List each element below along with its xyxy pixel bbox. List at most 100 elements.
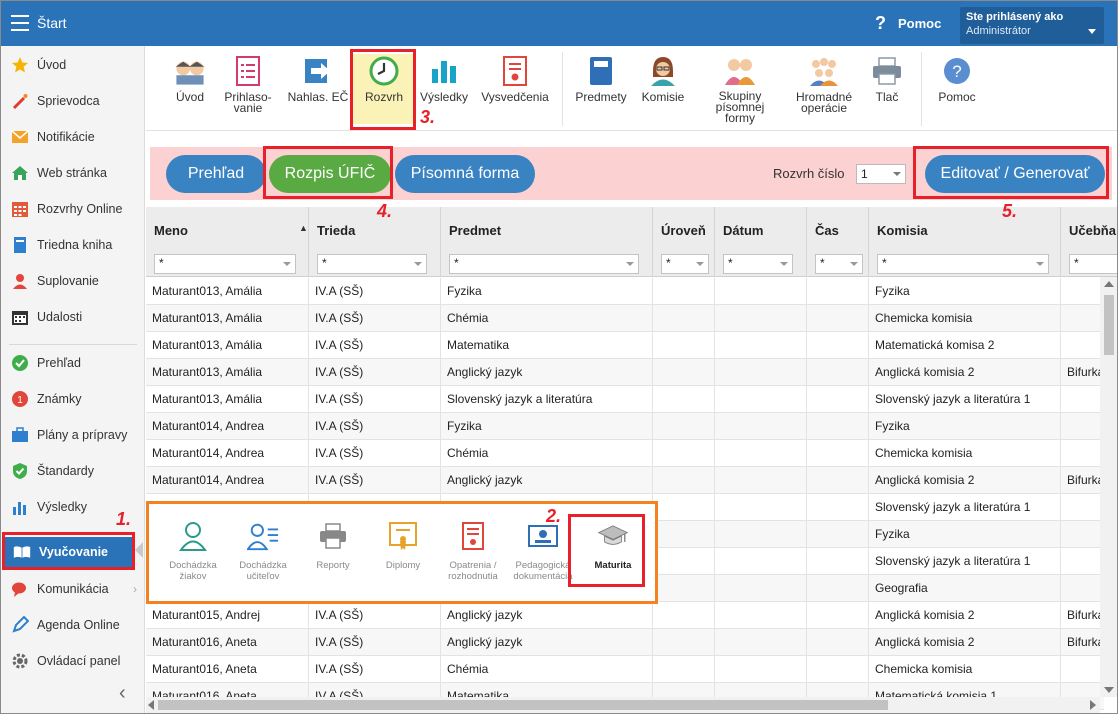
table-row[interactable]: Maturant013, Amália IV.A (SŠ) Slovenský ja… — [146, 386, 1104, 413]
toolbar-hromadne[interactable]: Hromadné operácie — [789, 54, 859, 124]
table-row[interactable]: Maturant014, Andrea IV.A (SŠ) Fyzika Fyzika — [146, 413, 1104, 440]
sidebar-item-triedna-kniha[interactable]: Triedna kniha — [1, 230, 145, 260]
sidebar-item-prehlad[interactable]: Prehľad — [1, 348, 145, 378]
table-row[interactable]: Maturant013, Amália IV.A (SŠ) Anglický jaz… — [146, 359, 1104, 386]
submenu-diplomy[interactable]: Diplomy — [367, 516, 439, 594]
filter-cas[interactable]: * — [815, 254, 863, 274]
toolbar-tlac[interactable]: Tlač — [852, 54, 922, 124]
toolbar-prihlasovanie[interactable]: Prihlaso- vanie — [213, 54, 283, 124]
toolbar-pomoc[interactable]: ? Pomoc — [922, 54, 992, 124]
toolbar-label: Hromadné operácie — [795, 90, 853, 115]
toolbar-komisie[interactable]: Komisie — [628, 54, 698, 124]
sidebar-item-web-stranka[interactable]: Web stránka — [1, 158, 145, 188]
table-cell: IV.A (SŠ) — [309, 440, 441, 467]
table-cell — [807, 575, 869, 602]
calendar-grid-icon — [11, 200, 29, 218]
column-title: Komisia — [877, 223, 928, 238]
horizontal-scrollbar[interactable] — [146, 697, 1100, 713]
table-row[interactable]: Maturant014, Andrea IV.A (SŠ) Anglický jaz… — [146, 467, 1104, 494]
filter-ucebna[interactable]: * — [1069, 254, 1117, 274]
column-datum[interactable]: Dátum * — [715, 207, 807, 277]
column-cas[interactable]: Čas * — [807, 207, 869, 277]
scroll-down-icon[interactable] — [1104, 687, 1114, 693]
sidebar-item-agenda-online[interactable]: Agenda Online — [1, 610, 145, 640]
sidebar-item-komunikacia[interactable]: Komunikácia › — [1, 574, 145, 604]
sort-ascending-icon[interactable]: ▲ — [299, 223, 308, 233]
vertical-scroll-thumb[interactable] — [1104, 295, 1114, 355]
sidebar-item-uvod[interactable]: Úvod — [1, 50, 145, 80]
column-komisia[interactable]: Komisia * — [869, 207, 1061, 277]
filter-predmet[interactable]: * — [449, 254, 639, 274]
scroll-right-icon[interactable] — [1090, 700, 1096, 710]
table-row[interactable]: Maturant013, Amália IV.A (SŠ) Matematika Ma… — [146, 332, 1104, 359]
table-cell: Chémia — [441, 440, 653, 467]
sidebar-item-sprievodca[interactable]: Sprievodca — [1, 86, 145, 116]
shield-check-icon — [11, 462, 29, 480]
toolbar-label: Predmety — [575, 90, 627, 104]
table-row[interactable]: Maturant015, Andrej IV.A (SŠ) Anglický jaz… — [146, 602, 1104, 629]
submenu-dochadzka-ziakov[interactable]: Dochádzka žiakov — [157, 516, 229, 594]
printer-icon — [870, 54, 904, 88]
toolbar-vysvedcenia[interactable]: Vysvedčenia — [480, 54, 550, 124]
help-link[interactable]: Pomoc — [898, 16, 941, 31]
app-title[interactable]: Štart — [37, 15, 67, 31]
toolbar-nahlas-ec[interactable]: Nahlas. EČ — [283, 54, 353, 124]
tab-prehlad[interactable]: Prehľad — [166, 155, 266, 193]
column-trieda[interactable]: Trieda * — [309, 207, 441, 277]
table-row[interactable]: Maturant014, Andrea IV.A (SŠ) Chémia Chemic… — [146, 440, 1104, 467]
sidebar-item-znamky[interactable]: 1 Známky — [1, 384, 145, 414]
rozvrh-number-select[interactable]: 1 — [856, 164, 906, 184]
table-row[interactable]: Maturant016, Aneta IV.A (SŠ) Anglický jazy… — [146, 629, 1104, 656]
filter-trieda[interactable]: * — [317, 254, 427, 274]
submenu-label: Pedagogická dokumentácia — [513, 560, 573, 582]
sidebar-item-ovladaci-panel[interactable]: Ovládací panel — [1, 646, 145, 676]
filter-meno[interactable]: * — [154, 254, 296, 274]
sidebar-item-notifikacie[interactable]: Notifikácie — [1, 122, 145, 152]
filter-value: * — [820, 256, 825, 270]
table-cell: Slovenský jazyk a literatúra — [441, 386, 653, 413]
sidebar-item-rozvrhy-online[interactable]: Rozvrhy Online — [1, 194, 145, 224]
chevron-down-icon — [414, 262, 422, 266]
sidebar-item-suplovanie[interactable]: Suplovanie — [1, 266, 145, 296]
table-cell: Slovenský jazyk a literatúra 1 — [869, 548, 1061, 575]
check-circle-icon — [11, 354, 29, 372]
submenu-dochadzka-ucitelov[interactable]: Dochádzka učiteľov — [227, 516, 299, 594]
home-icon — [11, 164, 29, 182]
table-cell — [807, 413, 869, 440]
column-ucebna[interactable]: Učebňa * — [1061, 207, 1117, 277]
filter-value: * — [454, 256, 459, 270]
table-row[interactable]: Maturant013, Amália IV.A (SŠ) Fyzika Fyzika — [146, 278, 1104, 305]
filter-komisia[interactable]: * — [877, 254, 1049, 274]
table-row[interactable]: Maturant016, Aneta IV.A (SŠ) Chémia Chemick… — [146, 656, 1104, 683]
collapse-sidebar-icon[interactable]: ‹ — [119, 682, 126, 705]
table-cell — [653, 467, 715, 494]
sidebar-item-plany[interactable]: Plány a prípravy — [1, 420, 145, 450]
column-predmet[interactable]: Predmet * — [441, 207, 653, 277]
user-menu[interactable]: Ste prihlásený ako Administrátor — [960, 7, 1104, 44]
grid-header: Meno ▲ * Trieda * Predmet * Úroveň * Dát… — [146, 207, 1117, 277]
tab-pisomna-forma[interactable]: Písomná forma — [395, 155, 535, 193]
toolbar-label: Výsledky — [419, 90, 469, 104]
column-uroven[interactable]: Úroveň * — [653, 207, 715, 277]
chevron-down-icon — [893, 172, 901, 176]
sidebar-item-standardy[interactable]: Štandardy — [1, 456, 145, 486]
scroll-left-icon[interactable] — [148, 700, 154, 710]
vertical-scrollbar[interactable] — [1100, 277, 1117, 697]
sidebar-item-label: Výsledky — [37, 500, 88, 514]
table-cell: Chemicka komisia — [869, 305, 1061, 332]
filter-datum[interactable]: * — [723, 254, 793, 274]
help-icon[interactable]: ? — [875, 13, 886, 34]
sidebar-item-udalosti[interactable]: Udalosti — [1, 302, 145, 332]
toolbar-label: Pomoc — [938, 90, 976, 104]
scroll-up-icon[interactable] — [1104, 281, 1114, 287]
submenu-opatrenia[interactable]: Opatrenia / rozhodnutia — [437, 516, 509, 594]
table-cell — [807, 656, 869, 683]
horizontal-scroll-thumb[interactable] — [158, 700, 888, 710]
column-meno[interactable]: Meno ▲ * — [146, 207, 309, 277]
filter-uroven[interactable]: * — [661, 254, 709, 274]
toolbar-skupiny[interactable]: Skupiny písomnej formy — [702, 54, 778, 124]
submenu-reporty[interactable]: Reporty — [297, 516, 369, 594]
table-row[interactable]: Maturant013, Amália IV.A (SŠ) Chémia Chemic… — [146, 305, 1104, 332]
hamburger-menu-icon[interactable] — [11, 15, 29, 31]
toolbar-predmety[interactable]: Predmety — [566, 54, 636, 124]
